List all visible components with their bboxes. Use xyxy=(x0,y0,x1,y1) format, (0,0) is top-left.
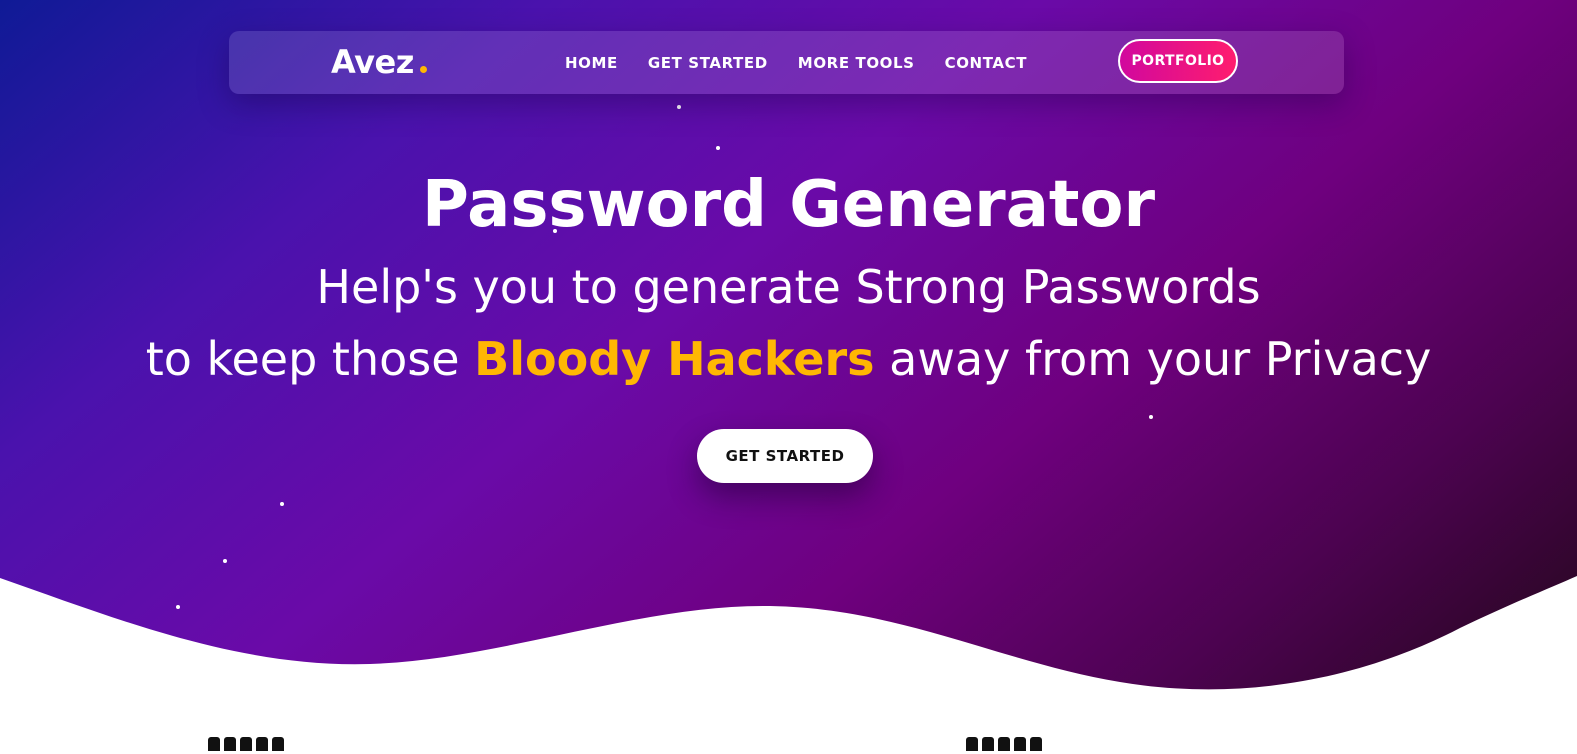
brand-logo[interactable]: Avez xyxy=(331,43,427,81)
section-heading-fragment xyxy=(208,736,328,754)
portfolio-button[interactable]: PORTFOLIO xyxy=(1118,39,1238,83)
get-started-button[interactable]: GET STARTED xyxy=(697,429,873,483)
text-fragment xyxy=(998,737,1010,751)
text-fragment xyxy=(1030,737,1042,751)
nav-item-home[interactable]: HOME xyxy=(565,54,618,72)
text-fragment xyxy=(224,737,236,751)
hero-subtitle-line-1: Help's you to generate Strong Passwords xyxy=(316,260,1261,314)
nav-links: HOME GET STARTED MORE TOOLS CONTACT xyxy=(565,31,1057,94)
text-fragment xyxy=(256,737,268,751)
nav-item-more-tools[interactable]: MORE TOOLS xyxy=(798,54,915,72)
dot-icon xyxy=(419,66,427,73)
page-title: Password Generator xyxy=(421,168,1156,242)
star-particle xyxy=(280,502,284,506)
text-fragment xyxy=(240,737,252,751)
text-fragment xyxy=(982,737,994,751)
section-heading-fragment xyxy=(966,736,1086,754)
brand-logo-text: Avez xyxy=(331,43,414,81)
hero-highlight-text: Bloody Hackers xyxy=(474,332,875,386)
text-fragment xyxy=(1014,737,1026,751)
nav-item-contact[interactable]: CONTACT xyxy=(945,54,1027,72)
hero-subtitle-line-2: to keep those Bloody Hackers away from y… xyxy=(0,329,1577,389)
nav-item-get-started[interactable]: GET STARTED xyxy=(648,54,768,72)
top-navbar: Avez HOME GET STARTED MORE TOOLS CONTACT… xyxy=(229,31,1344,94)
text-fragment xyxy=(208,737,220,751)
star-particle xyxy=(716,146,720,150)
text-fragment xyxy=(966,737,978,751)
star-particle xyxy=(1149,415,1153,419)
hero-subtitle-line-2-start: to keep those xyxy=(145,332,475,386)
star-particle xyxy=(223,559,227,563)
hero-section: Avez HOME GET STARTED MORE TOOLS CONTACT… xyxy=(0,0,1577,754)
star-particle xyxy=(677,105,681,109)
star-particle xyxy=(176,605,180,609)
text-fragment xyxy=(272,737,284,751)
hero-subtitle-line-2-end: away from your Privacy xyxy=(874,332,1432,386)
